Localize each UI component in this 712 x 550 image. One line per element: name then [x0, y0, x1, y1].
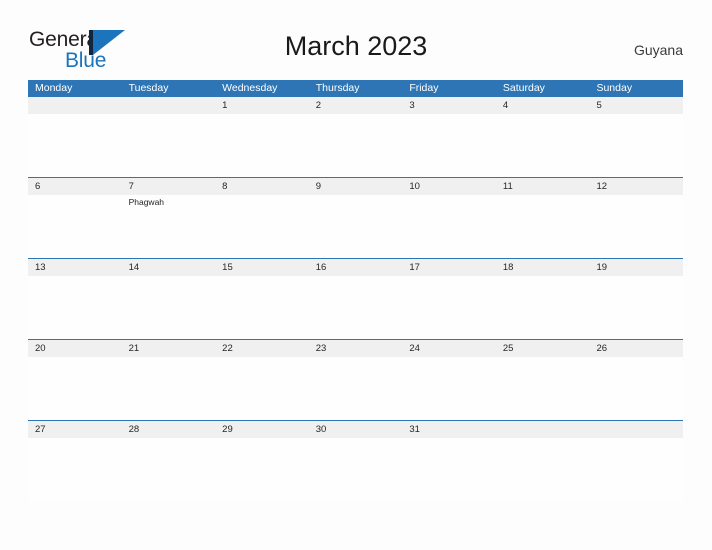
- day-cell-29[interactable]: [215, 438, 309, 501]
- weekday-header-saturday: Saturday: [502, 82, 545, 94]
- day-cell-14[interactable]: [122, 276, 216, 339]
- day-cell-30[interactable]: [309, 438, 403, 501]
- week-content-band: [28, 438, 683, 501]
- day-number-5[interactable]: 5: [589, 97, 683, 114]
- day-number-19[interactable]: 19: [589, 259, 683, 276]
- weekday-header-wednesday: Wednesday: [222, 82, 278, 94]
- day-number-10[interactable]: 10: [402, 178, 496, 195]
- day-cell-24[interactable]: [402, 357, 496, 420]
- day-number-12[interactable]: 12: [589, 178, 683, 195]
- day-number-24[interactable]: 24: [402, 340, 496, 357]
- weekday-header-friday: Friday: [409, 82, 439, 94]
- day-number-13[interactable]: 13: [28, 259, 122, 276]
- week-row: 12345: [28, 97, 683, 177]
- day-number-empty: [28, 97, 122, 114]
- day-cell-21[interactable]: [122, 357, 216, 420]
- day-cell-empty: [496, 438, 590, 501]
- day-cell-26[interactable]: [589, 357, 683, 420]
- day-cell-10[interactable]: [402, 195, 496, 258]
- week-row: 27 28 29 30 31: [28, 420, 683, 501]
- week-content-band: Phagwah: [28, 195, 683, 258]
- week-content-band: [28, 357, 683, 420]
- day-number-22[interactable]: 22: [215, 340, 309, 357]
- day-number-31[interactable]: 31: [402, 421, 496, 438]
- day-number-4[interactable]: 4: [496, 97, 590, 114]
- holiday-label: Phagwah: [128, 197, 165, 207]
- day-number-11[interactable]: 11: [496, 178, 590, 195]
- week-row: 13 14 15 16 17 18 19: [28, 258, 683, 339]
- day-number-empty: [496, 421, 590, 438]
- weekday-header-monday: Monday: [35, 82, 73, 94]
- day-number-27[interactable]: 27: [28, 421, 122, 438]
- day-cell-20[interactable]: [28, 357, 122, 420]
- day-number-empty: [589, 421, 683, 438]
- page-header: General Blue March 2023 Guyana: [0, 0, 712, 80]
- day-cell-19[interactable]: [589, 276, 683, 339]
- day-cell-4[interactable]: [496, 114, 590, 177]
- day-cell-28[interactable]: [122, 438, 216, 501]
- day-number-2[interactable]: 2: [309, 97, 403, 114]
- day-cell-8[interactable]: [215, 195, 309, 258]
- day-cell-5[interactable]: [589, 114, 683, 177]
- week-content-band: [28, 276, 683, 339]
- day-cell-9[interactable]: [309, 195, 403, 258]
- day-number-26[interactable]: 26: [589, 340, 683, 357]
- day-cell-31[interactable]: [402, 438, 496, 501]
- weekday-header-row: Monday Tuesday Wednesday Thursday Friday Satu…: [28, 80, 683, 97]
- day-number-23[interactable]: 23: [309, 340, 403, 357]
- page-title: March 2023: [284, 31, 428, 61]
- week-row: 6 7 8 9 10 11 12 Phagwah: [28, 177, 683, 258]
- day-cell-12[interactable]: [589, 195, 683, 258]
- day-cell-23[interactable]: [309, 357, 403, 420]
- weekday-header-tuesday: Tuesday: [128, 82, 169, 94]
- week-row: 20 21 22 23 24 25 26: [28, 339, 683, 420]
- day-cell-6[interactable]: [28, 195, 122, 258]
- day-number-1[interactable]: 1: [215, 97, 309, 114]
- day-cell-18[interactable]: [496, 276, 590, 339]
- day-cell-11[interactable]: [496, 195, 590, 258]
- day-cell-15[interactable]: [215, 276, 309, 339]
- day-number-9[interactable]: 9: [309, 178, 403, 195]
- day-number-7[interactable]: 7: [122, 178, 216, 195]
- day-number-17[interactable]: 17: [402, 259, 496, 276]
- weekday-header-sunday: Sunday: [596, 82, 633, 94]
- day-cell-16[interactable]: [309, 276, 403, 339]
- day-cell-17[interactable]: [402, 276, 496, 339]
- day-number-3[interactable]: 3: [402, 97, 496, 114]
- day-number-8[interactable]: 8: [215, 178, 309, 195]
- day-number-29[interactable]: 29: [215, 421, 309, 438]
- day-number-16[interactable]: 16: [309, 259, 403, 276]
- day-number-14[interactable]: 14: [122, 259, 216, 276]
- day-cell-27[interactable]: [28, 438, 122, 501]
- day-cell-7[interactable]: Phagwah: [122, 195, 216, 258]
- day-number-18[interactable]: 18: [496, 259, 590, 276]
- weekday-header-thursday: Thursday: [315, 82, 360, 94]
- day-number-empty: [122, 97, 216, 114]
- day-cell-22[interactable]: [215, 357, 309, 420]
- day-cell-25[interactable]: [496, 357, 590, 420]
- day-number-21[interactable]: 21: [122, 340, 216, 357]
- week-date-band: 27 28 29 30 31: [28, 421, 683, 438]
- week-date-band: 13 14 15 16 17 18 19: [28, 259, 683, 276]
- week-date-band: 12345: [28, 97, 683, 114]
- day-cell-empty: [28, 114, 122, 177]
- calendar-grid: Monday Tuesday Wednesday Thursday Friday Satu…: [28, 80, 683, 501]
- day-number-20[interactable]: 20: [28, 340, 122, 357]
- day-cell-2[interactable]: [309, 114, 403, 177]
- day-number-30[interactable]: 30: [309, 421, 403, 438]
- country-label: Guyana: [633, 42, 683, 58]
- day-cell-3[interactable]: [402, 114, 496, 177]
- day-cell-13[interactable]: [28, 276, 122, 339]
- week-date-band: 6 7 8 9 10 11 12: [28, 178, 683, 195]
- calendar-body: 1 2 3 4 5 6 7 8 9 10 11 12 Phagwah 13 14 15 16 17 18 19 20 21…: [28, 97, 683, 501]
- week-date-band: 20 21 22 23 24 25 26: [28, 340, 683, 357]
- day-cell-1[interactable]: [215, 114, 309, 177]
- day-number-15[interactable]: 15: [215, 259, 309, 276]
- day-number-6[interactable]: 6: [28, 178, 122, 195]
- week-content-band: [28, 114, 683, 177]
- day-cell-empty: [122, 114, 216, 177]
- day-number-28[interactable]: 28: [122, 421, 216, 438]
- day-cell-empty: [589, 438, 683, 501]
- day-number-25[interactable]: 25: [496, 340, 590, 357]
